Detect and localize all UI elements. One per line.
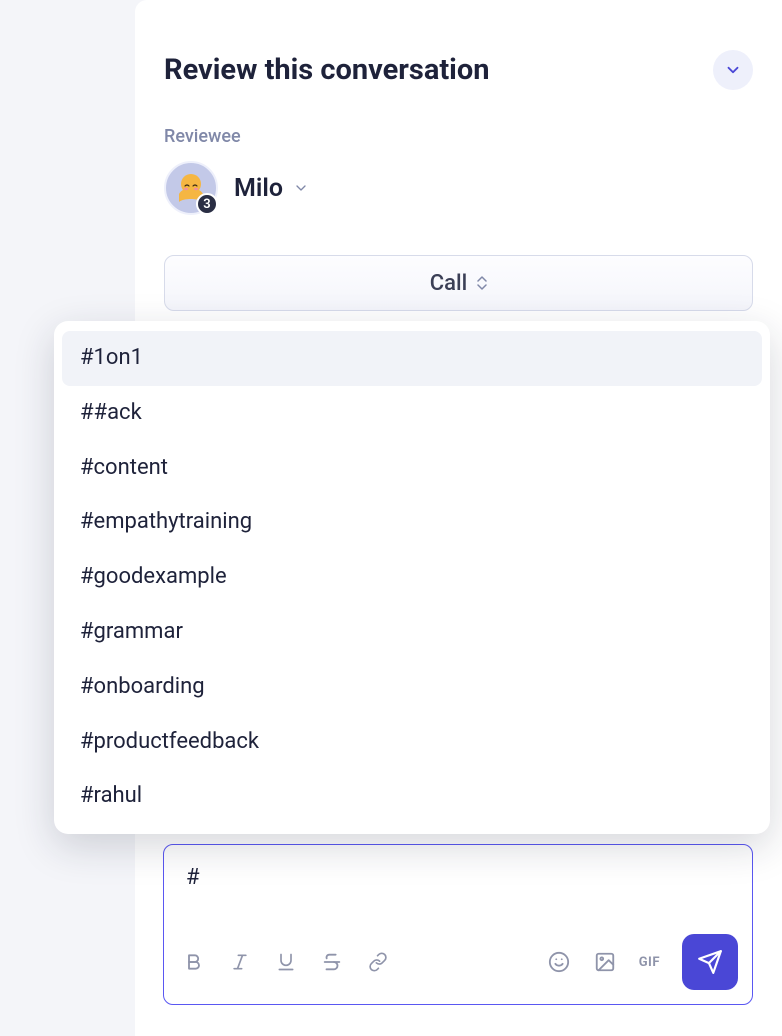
composer-toolbar: GIF — [164, 924, 752, 1004]
dropdown-item[interactable]: #content — [62, 441, 762, 496]
conversation-type-select[interactable]: Call — [164, 255, 753, 311]
gif-button[interactable]: GIF — [639, 950, 660, 974]
panel-title: Review this conversation — [164, 53, 489, 87]
composer: # GIF — [163, 844, 753, 1005]
image-button[interactable] — [593, 950, 617, 974]
emoji-button[interactable] — [547, 950, 571, 974]
sort-icon — [477, 276, 487, 290]
insert-group: GIF — [547, 934, 738, 990]
emoji-icon — [548, 951, 570, 973]
underline-icon — [276, 952, 296, 972]
reviewee-label: Reviewee — [164, 126, 753, 147]
image-icon — [594, 951, 616, 973]
dropdown-item[interactable]: #rahul — [62, 769, 762, 824]
chevron-down-icon — [724, 61, 742, 79]
avatar-badge: 3 — [196, 193, 218, 215]
dropdown-item[interactable]: ##ack — [62, 386, 762, 441]
chevron-down-icon — [293, 180, 309, 196]
dropdown-item[interactable]: #grammar — [62, 605, 762, 660]
underline-button[interactable] — [274, 950, 298, 974]
italic-icon — [230, 952, 250, 972]
link-icon — [368, 952, 388, 972]
dropdown-item[interactable]: #goodexample — [62, 550, 762, 605]
hashtag-dropdown: #1on1##ack#content#empathytraining#goode… — [54, 321, 770, 834]
type-select-label: Call — [430, 271, 467, 296]
bold-icon — [184, 952, 204, 972]
formatting-group — [182, 950, 390, 974]
send-icon — [697, 949, 723, 975]
link-button[interactable] — [366, 950, 390, 974]
dropdown-item[interactable]: #onboarding — [62, 660, 762, 715]
send-button[interactable] — [682, 934, 738, 990]
reviewee-name-toggle[interactable]: Milo — [234, 174, 309, 203]
reviewee-name: Milo — [234, 174, 283, 203]
bold-button[interactable] — [182, 950, 206, 974]
strikethrough-button[interactable] — [320, 950, 344, 974]
panel-header: Review this conversation — [164, 50, 753, 90]
dropdown-item[interactable]: #productfeedback — [62, 715, 762, 770]
strikethrough-icon — [321, 951, 343, 973]
composer-input[interactable]: # — [164, 845, 752, 924]
collapse-button[interactable] — [713, 50, 753, 90]
reviewee-selector[interactable]: 3 Milo — [164, 161, 753, 215]
avatar: 3 — [164, 161, 218, 215]
italic-button[interactable] — [228, 950, 252, 974]
dropdown-item[interactable]: #1on1 — [62, 331, 762, 386]
dropdown-item[interactable]: #empathytraining — [62, 495, 762, 550]
